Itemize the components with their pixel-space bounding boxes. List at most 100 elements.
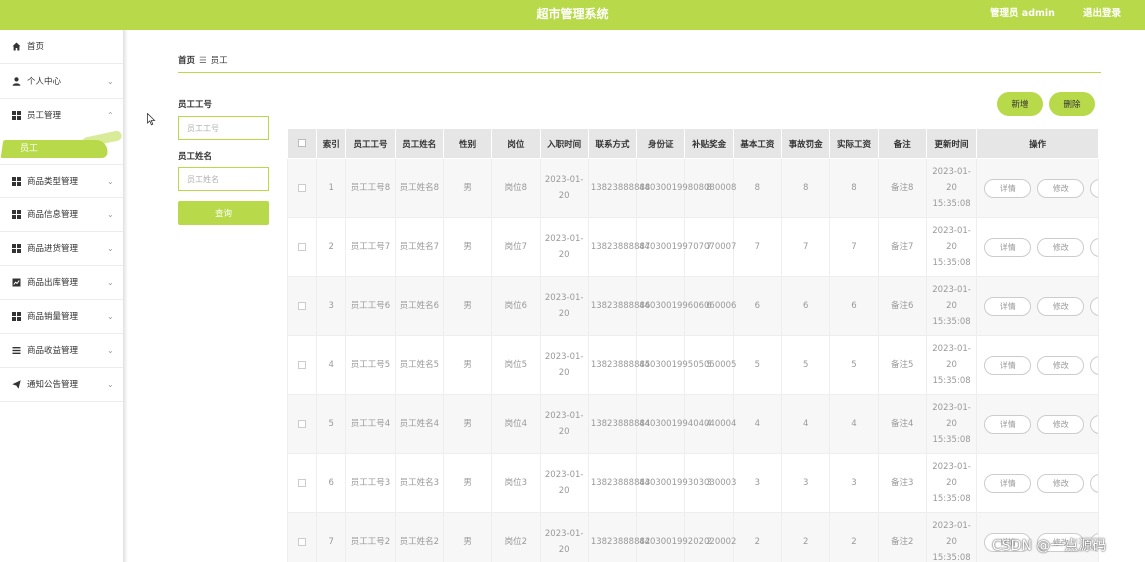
cell-fine: 7 [781, 217, 831, 277]
delete-row-button[interactable] [1090, 355, 1098, 375]
grid-icon [12, 244, 21, 253]
row-checkbox[interactable] [287, 512, 318, 562]
cell-actions: 详情 修改 [976, 217, 1099, 277]
col-header: 基本工资 [732, 128, 783, 159]
cell-gender: 男 [442, 276, 493, 336]
select-all-checkbox[interactable] [287, 128, 318, 159]
row-checkbox[interactable] [287, 453, 318, 513]
cell-gender: 男 [442, 158, 493, 218]
emp-name-input[interactable] [178, 167, 269, 191]
edit-button[interactable]: 修改 [1037, 414, 1085, 434]
watermark: CSDN @一点源码 [992, 538, 1107, 554]
chevron-down-icon: ⌄ [107, 380, 114, 389]
cell-fine: 8 [781, 158, 831, 218]
list-icon [12, 346, 21, 355]
detail-button[interactable]: 详情 [984, 414, 1032, 434]
sidebar-item-label: 个人中心 [27, 77, 62, 87]
delete-row-button[interactable] [1090, 473, 1098, 493]
row-checkbox[interactable] [287, 217, 318, 277]
sidebar-item-outbound[interactable]: 商品出库管理 ⌄ [0, 266, 124, 300]
cell-index: 5 [316, 394, 347, 454]
cell-hire-date: 2023-01-20 [539, 394, 589, 454]
sidebar: 首页 个人中心 ⌄ 员工管理 ⌃ 商品类型管理 ⌄ 商品信息管理 ⌄ 商品进货管… [0, 30, 124, 562]
cell-updated: 2023-01-20 15:35:08 [925, 158, 978, 218]
sidebar-item-label: 商品类型管理 [27, 177, 79, 187]
cell-phone: 13823888886 [587, 276, 650, 336]
delete-row-button[interactable] [1090, 414, 1098, 434]
col-header: 操作 [976, 128, 1099, 159]
search-button[interactable]: 查询 [178, 201, 269, 225]
sidebar-item-purchase[interactable]: 商品进货管理 ⌄ [0, 232, 124, 266]
chevron-down-icon: ⌄ [107, 77, 114, 86]
row-checkbox[interactable] [287, 276, 318, 336]
top-header-bar: 超市管理系统 管理员 admin 退出登录 [0, 0, 1145, 30]
chevron-down-icon: ⌄ [107, 278, 114, 287]
delete-row-button[interactable] [1090, 296, 1098, 316]
edit-button[interactable]: 修改 [1037, 473, 1085, 493]
cell-remark: 备注8 [877, 158, 927, 218]
edit-button[interactable]: 修改 [1037, 296, 1085, 316]
delete-row-button[interactable] [1090, 178, 1098, 198]
table-row: 2员工工号7员工姓名7男岗位72023-01-20138238888874403… [287, 217, 1099, 277]
col-header: 入职时间 [539, 128, 589, 159]
grid-icon [12, 210, 21, 219]
cell-index: 4 [316, 335, 347, 395]
logout-link[interactable]: 退出登录 [1083, 0, 1121, 28]
cell-actual-salary: 2 [829, 512, 879, 562]
cell-remark: 备注2 [877, 512, 927, 562]
edit-button[interactable]: 修改 [1037, 355, 1085, 375]
col-header: 员工姓名 [394, 128, 444, 159]
sidebar-item-notice[interactable]: 通知公告管理 ⌄ [0, 368, 124, 402]
edit-button[interactable]: 修改 [1037, 178, 1085, 198]
delete-button[interactable]: 删除 [1049, 92, 1095, 116]
sidebar-item-product-info[interactable]: 商品信息管理 ⌄ [0, 198, 124, 232]
breadcrumb-separator-icon: ☰ [199, 56, 207, 66]
emp-id-input[interactable] [178, 116, 269, 140]
sidebar-subitem-staff[interactable]: 员工 [0, 129, 123, 160]
cell-phone: 13823888888 [587, 158, 650, 218]
table-row: 3员工工号6员工姓名6男岗位62023-01-20138238888864403… [287, 276, 1099, 336]
sidebar-item-label: 员工管理 [27, 111, 62, 121]
table-row: 5员工工号4员工姓名4男岗位42023-01-20138238888844403… [287, 394, 1099, 454]
brush-highlight [0, 140, 110, 158]
chevron-down-icon: ⌄ [107, 346, 114, 355]
cell-updated: 2023-01-20 15:35:08 [925, 512, 978, 562]
detail-button[interactable]: 详情 [984, 355, 1032, 375]
chevron-down-icon: ⌄ [107, 177, 114, 186]
cell-gender: 男 [442, 394, 493, 454]
edit-button[interactable]: 修改 [1037, 237, 1085, 257]
detail-button[interactable]: 详情 [984, 473, 1032, 493]
row-checkbox[interactable] [287, 335, 318, 395]
sidebar-item-revenue[interactable]: 商品收益管理 ⌄ [0, 334, 124, 368]
sidebar-item-home[interactable]: 首页 [0, 30, 124, 64]
cell-name: 员工姓名4 [394, 394, 444, 454]
cell-name: 员工姓名8 [394, 158, 444, 218]
cell-fine: 3 [781, 453, 831, 513]
cell-hire-date: 2023-01-20 [539, 512, 589, 562]
row-checkbox[interactable] [287, 394, 318, 454]
table-row: 7员工工号2员工姓名2男岗位22023-01-20138238888824403… [287, 512, 1099, 562]
cell-actual-salary: 3 [829, 453, 879, 513]
detail-button[interactable]: 详情 [984, 178, 1032, 198]
chevron-down-icon: ⌄ [107, 312, 114, 321]
detail-button[interactable]: 详情 [984, 296, 1032, 316]
add-button[interactable]: 新增 [997, 92, 1043, 116]
breadcrumb-home[interactable]: 首页 [178, 56, 195, 66]
sidebar-item-staff[interactable]: 员工管理 ⌃ [0, 99, 124, 133]
detail-button[interactable]: 详情 [984, 237, 1032, 257]
delete-row-button[interactable] [1090, 237, 1098, 257]
grid-icon [12, 312, 21, 321]
row-checkbox[interactable] [287, 158, 318, 218]
sidebar-item-sales[interactable]: 商品销量管理 ⌄ [0, 300, 124, 334]
cell-position: 岗位3 [491, 453, 541, 513]
cell-id-card: 440300199707070007 [636, 217, 736, 277]
emp-id-label: 员工工号 [178, 100, 213, 110]
sidebar-item-profile[interactable]: 个人中心 ⌄ [0, 65, 124, 99]
sidebar-item-product-type[interactable]: 商品类型管理 ⌄ [0, 164, 124, 198]
cell-base-salary: 6 [732, 276, 783, 336]
cell-index: 1 [316, 158, 347, 218]
app-title: 超市管理系统 [536, 7, 609, 21]
cell-remark: 备注3 [877, 453, 927, 513]
col-header: 性别 [442, 128, 493, 159]
cell-actions: 详情 修改 [976, 276, 1099, 336]
